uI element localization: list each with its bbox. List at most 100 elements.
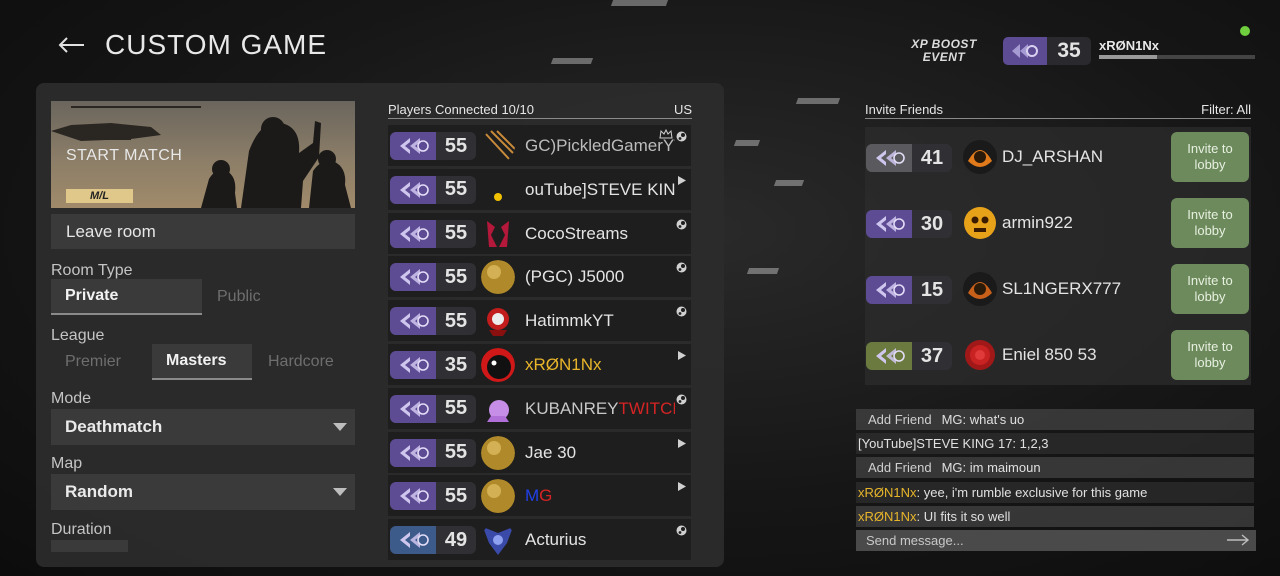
rank-badge: 55 xyxy=(390,394,476,423)
ml-badge: M/L xyxy=(66,189,133,203)
steam-icon xyxy=(676,129,687,142)
rank-badge: 15 xyxy=(866,276,952,304)
chat-sender[interactable]: xRØN1Nx xyxy=(856,485,917,500)
league-hardcore-option[interactable]: Hardcore xyxy=(268,344,353,380)
invite-friends-header: Invite Friends Filter: All xyxy=(865,102,1251,119)
friend-row: 41 DJ_ARSHAN Invite to lobby xyxy=(866,127,1250,187)
duration-option[interactable] xyxy=(51,540,128,552)
player-name: xRØN1Nx xyxy=(525,355,675,375)
player-name: HatimmkYT xyxy=(525,311,675,331)
steam-icon xyxy=(676,217,687,230)
online-status-dot xyxy=(1240,26,1250,36)
chat-message: [YouTube]STEVE KING 17: 1,2,3 xyxy=(856,433,1254,455)
invite-to-lobby-button[interactable]: Invite to lobby xyxy=(1171,264,1249,314)
ceiling-light xyxy=(550,58,594,64)
rank-chevron-icon xyxy=(866,342,912,370)
rank-chevron-icon xyxy=(866,144,912,172)
chat-sender[interactable]: xRØN1Nx xyxy=(856,509,917,524)
player-level: 55 xyxy=(444,397,468,420)
chat-text: : UI fits it so well xyxy=(916,508,1011,524)
xp-progress-bar xyxy=(1099,55,1255,59)
league-premier-option[interactable]: Premier xyxy=(65,344,145,380)
room-type-private-option[interactable]: Private xyxy=(51,279,202,315)
player-row[interactable]: 55 KUBANREYTWITCH xyxy=(388,387,691,429)
rank-chevron-icon xyxy=(390,307,436,336)
player-name: (PGC) J5000 xyxy=(525,267,675,287)
map-dropdown[interactable]: Random xyxy=(51,474,355,510)
player-row[interactable]: 35 xRØN1Nx xyxy=(388,344,691,385)
add-friend-button[interactable]: Add Friend xyxy=(856,457,942,478)
chat-text: MG: im maimoun xyxy=(941,460,1041,476)
player-row[interactable]: 49 Acturius xyxy=(388,519,691,561)
rank-chevron-icon xyxy=(866,276,912,304)
player-level: 55 xyxy=(444,265,468,288)
player-row[interactable]: 55 HatimmkYT xyxy=(388,300,691,342)
caret-down-icon xyxy=(333,423,347,431)
rank-chevron-icon xyxy=(390,175,436,204)
claw-avatar xyxy=(481,129,515,163)
player-name-part: M xyxy=(525,486,540,506)
player-name-text: GC)PickledGamerYT xyxy=(525,136,675,155)
invite-button-line1: Invite to xyxy=(1187,273,1233,288)
player-name-text: xRØN1Nx xyxy=(525,355,602,374)
player-row[interactable]: 55 CocoStreams xyxy=(388,212,691,254)
league-masters-option[interactable]: Masters xyxy=(152,344,252,380)
chat-message: xRØN1Nx: UI fits it so well xyxy=(856,505,1254,527)
arrow-left-icon xyxy=(58,37,84,53)
chat-message-input[interactable]: Send message... xyxy=(856,530,1256,551)
chat-placeholder: Send message... xyxy=(866,533,964,548)
player-name: Jae 30 xyxy=(525,443,675,463)
rank-chevron-icon xyxy=(390,219,436,248)
add-friend-button[interactable]: Add Friend xyxy=(856,409,942,430)
rank-badge: 55 xyxy=(390,132,476,160)
mode-dropdown[interactable]: Deathmatch xyxy=(51,409,355,445)
player-row[interactable]: 55 ouTube]STEVE KING xyxy=(388,168,691,210)
friend-row: 15 SL1NGERX777 Invite to lobby xyxy=(866,259,1250,319)
invite-to-lobby-button[interactable]: Invite to lobby xyxy=(1171,330,1249,380)
player-row[interactable]: 55 (PGC) J5000 xyxy=(388,256,691,298)
invite-to-lobby-button[interactable]: Invite to lobby xyxy=(1171,132,1249,182)
flame-skull-avatar xyxy=(962,271,998,307)
invite-to-lobby-button[interactable]: Invite to lobby xyxy=(1171,198,1249,248)
leave-room-button[interactable]: Leave room xyxy=(51,214,355,249)
player-level: 55 xyxy=(444,309,468,332)
player-name-text: Acturius xyxy=(525,530,587,550)
ceiling-light xyxy=(746,268,780,274)
rank-chevron-icon xyxy=(866,210,912,238)
player-name-part: KUBANREY xyxy=(525,398,619,418)
friend-row: 30 armin922 Invite to lobby xyxy=(866,193,1250,253)
rank-chevron-icon xyxy=(390,263,436,292)
rank-badge: 35 xyxy=(390,351,476,379)
back-button[interactable] xyxy=(56,30,92,60)
purple-ghost-avatar xyxy=(481,391,515,426)
rank-chevron-icon xyxy=(390,526,436,555)
player-level: 55 xyxy=(444,178,468,201)
gold-orb-avatar xyxy=(481,260,515,295)
rank-badge: 55 xyxy=(390,438,476,467)
crown-icon xyxy=(659,129,673,139)
gold-skull-avatar xyxy=(962,205,998,241)
red-mask-avatar xyxy=(481,216,515,251)
player-name-text: CocoStreams xyxy=(525,223,628,243)
filter-dropdown[interactable]: Filter: All xyxy=(1201,102,1251,117)
player-row[interactable]: 55 MG xyxy=(388,475,691,517)
player-name: GC)PickledGamerYT xyxy=(525,136,675,156)
play-store-icon xyxy=(676,436,687,448)
invite-friends-title: Invite Friends xyxy=(865,102,944,117)
room-type-public-option[interactable]: Public xyxy=(217,279,337,315)
player-row[interactable]: 55 Jae 30 xyxy=(388,431,691,473)
ceiling-light xyxy=(733,140,761,146)
chat-message: Add Friend MG: im maimoun xyxy=(856,457,1254,479)
player-row[interactable]: 55 GC)PickledGamerYT xyxy=(388,125,691,166)
player-name-text: Jae 30 xyxy=(525,442,577,462)
player-name-text: HatimmkYT xyxy=(525,311,614,331)
player-level: 55 xyxy=(444,222,468,245)
steam-icon xyxy=(676,260,687,273)
room-type-label: Room Type xyxy=(51,262,133,279)
start-match-button[interactable]: START MATCH M/L xyxy=(51,101,355,208)
server-region: US xyxy=(673,102,692,117)
ceiling-light xyxy=(773,180,805,186)
send-arrow-icon[interactable] xyxy=(1226,534,1250,546)
player-level: 49 xyxy=(444,528,468,551)
play-store-icon xyxy=(676,173,687,185)
